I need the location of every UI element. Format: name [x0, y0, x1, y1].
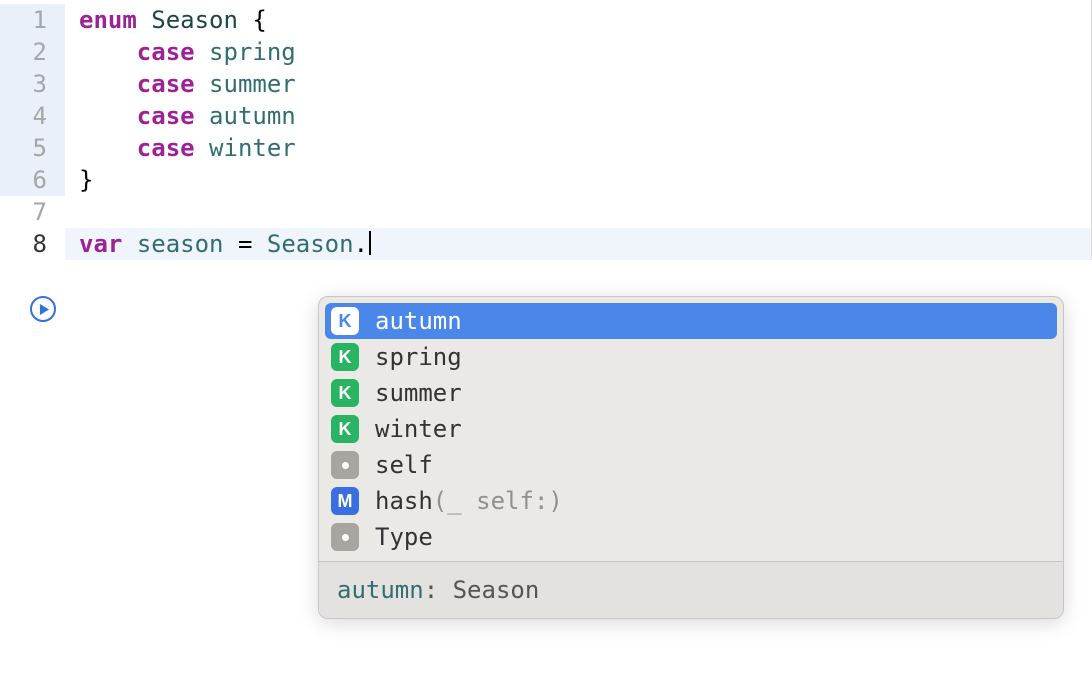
type-reference: Season	[267, 230, 354, 258]
enum-case: summer	[209, 70, 296, 98]
line-number-5[interactable]: 5	[0, 132, 65, 164]
kind-badge-keyword-icon: K	[331, 307, 359, 335]
code-line-3[interactable]: case summer	[65, 68, 1091, 100]
play-icon	[39, 304, 50, 315]
autocomplete-item-type[interactable]: Type	[325, 519, 1057, 555]
open-brace: {	[252, 6, 266, 34]
kind-badge-keyword-icon: K	[331, 343, 359, 371]
autocomplete-item-spring[interactable]: K spring	[325, 339, 1057, 375]
type-name: Season	[151, 6, 238, 34]
keyword-case: case	[137, 38, 195, 66]
kind-badge-keyword-icon: K	[331, 415, 359, 443]
close-brace: }	[79, 166, 93, 194]
kind-badge-other-icon	[331, 451, 359, 479]
kind-badge-method-icon: M	[331, 487, 359, 515]
keyword-case: case	[137, 102, 195, 130]
var-name: season	[137, 230, 224, 258]
detail-separator: :	[424, 576, 453, 604]
autocomplete-detail: autumn: Season	[319, 561, 1063, 618]
code-area[interactable]: enum Season { case spring case summer ca…	[65, 0, 1092, 260]
code-line-8[interactable]: var season = Season.	[65, 228, 1091, 260]
detail-type: Season	[453, 576, 540, 604]
code-line-4[interactable]: case autumn	[65, 100, 1091, 132]
text-cursor	[369, 231, 371, 255]
line-number-8[interactable]: 8	[0, 228, 65, 260]
line-number-6[interactable]: 6	[0, 164, 65, 196]
code-editor: 1 2 3 4 5 6 7 8 enum Season { case sprin…	[0, 0, 1092, 260]
kind-badge-keyword-icon: K	[331, 379, 359, 407]
autocomplete-label: hash(_ self:)	[375, 487, 563, 515]
autocomplete-label: self	[375, 451, 433, 479]
run-button[interactable]	[30, 296, 56, 322]
autocomplete-label: spring	[375, 343, 462, 371]
keyword-case: case	[137, 134, 195, 162]
autocomplete-item-self[interactable]: self	[325, 447, 1057, 483]
line-number-3[interactable]: 3	[0, 68, 65, 100]
keyword-var: var	[79, 230, 122, 258]
autocomplete-label: autumn	[375, 307, 462, 335]
keyword-enum: enum	[79, 6, 137, 34]
code-line-5[interactable]: case winter	[65, 132, 1091, 164]
code-line-2[interactable]: case spring	[65, 36, 1091, 68]
autocomplete-item-autumn[interactable]: K autumn	[325, 303, 1057, 339]
equals: =	[224, 230, 267, 258]
code-line-1[interactable]: enum Season {	[65, 4, 1091, 36]
enum-case: winter	[209, 134, 296, 162]
dot: .	[354, 230, 368, 258]
code-line-6[interactable]: }	[65, 164, 1091, 196]
autocomplete-label: summer	[375, 379, 462, 407]
autocomplete-popup: K autumn K spring K summer K winter self…	[318, 296, 1064, 619]
autocomplete-label: Type	[375, 523, 433, 551]
line-number-4[interactable]: 4	[0, 100, 65, 132]
line-number-1[interactable]: 1	[0, 4, 65, 36]
enum-case: autumn	[209, 102, 296, 130]
autocomplete-item-summer[interactable]: K summer	[325, 375, 1057, 411]
line-number-7[interactable]: 7	[0, 196, 65, 228]
autocomplete-item-winter[interactable]: K winter	[325, 411, 1057, 447]
autocomplete-list: K autumn K spring K summer K winter self…	[319, 297, 1063, 561]
code-line-7[interactable]	[65, 196, 1091, 228]
enum-case: spring	[209, 38, 296, 66]
autocomplete-item-hash[interactable]: M hash(_ self:)	[325, 483, 1057, 519]
gutter: 1 2 3 4 5 6 7 8	[0, 0, 65, 260]
detail-name: autumn	[337, 576, 424, 604]
autocomplete-label: winter	[375, 415, 462, 443]
keyword-case: case	[137, 70, 195, 98]
kind-badge-other-icon	[331, 523, 359, 551]
line-number-2[interactable]: 2	[0, 36, 65, 68]
